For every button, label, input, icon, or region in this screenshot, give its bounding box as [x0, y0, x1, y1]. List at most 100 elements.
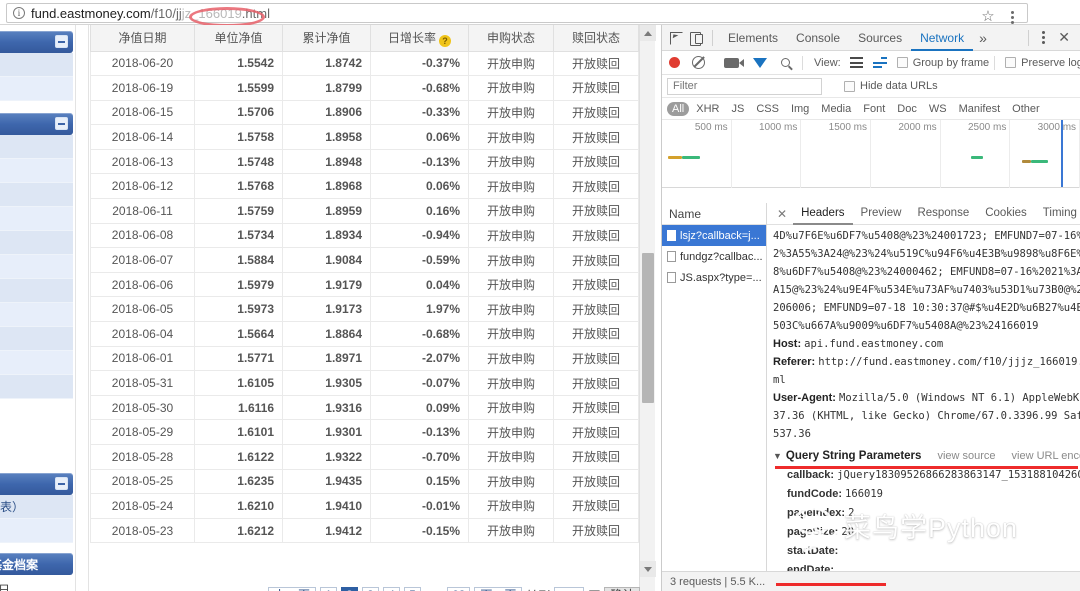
- page-button-last[interactable]: 63: [447, 586, 471, 591]
- hide-data-urls-checkbox[interactable]: [844, 80, 855, 92]
- prev-page-button[interactable]: 上一页: [268, 586, 317, 591]
- close-devtools-icon[interactable]: ✕: [1052, 29, 1076, 46]
- next-page-button[interactable]: 下一页: [474, 586, 523, 591]
- collapse-icon-1[interactable]: [55, 35, 68, 48]
- detail-tab-preview[interactable]: Preview: [853, 203, 910, 225]
- type-filter-js[interactable]: JS: [726, 102, 749, 116]
- table-row: 2018-06-14 1.5758 1.8958 0.06% 开放申购 开放赎回: [90, 124, 639, 150]
- type-filter-other[interactable]: Other: [1007, 102, 1045, 116]
- type-filter-doc[interactable]: Doc: [892, 102, 922, 116]
- detail-tab-headers[interactable]: Headers: [793, 203, 853, 225]
- page-button-3[interactable]: 3: [362, 586, 380, 591]
- scrollbar-thumb[interactable]: [642, 253, 654, 403]
- address-bar[interactable]: i fund.eastmoney.com/f10/jjjz_166019.htm…: [6, 3, 1028, 27]
- clear-icon[interactable]: [692, 56, 705, 69]
- page-button-5[interactable]: 5: [404, 586, 422, 591]
- scroll-down-arrow-icon[interactable]: [640, 561, 656, 577]
- detail-tab-response[interactable]: Response: [909, 203, 977, 225]
- sidebar-row[interactable]: [0, 279, 73, 303]
- sidebar-row[interactable]: [0, 303, 73, 327]
- search-icon[interactable]: [781, 58, 790, 67]
- url-host: fund.eastmoney.com: [31, 5, 151, 21]
- sidebar-group-header-3[interactable]: [0, 473, 73, 495]
- goto-page-input[interactable]: [554, 586, 585, 591]
- cell-cumulative-nav: 1.9435: [282, 468, 371, 495]
- tab-network[interactable]: Network: [911, 25, 974, 51]
- col-unit-nav[interactable]: 单位净值: [194, 25, 283, 52]
- sidebar-row[interactable]: [0, 255, 73, 279]
- preserve-log-checkbox[interactable]: [1005, 57, 1017, 68]
- collapse-icon-2[interactable]: [55, 117, 68, 130]
- scroll-up-arrow-icon[interactable]: [640, 25, 656, 41]
- page-button-1[interactable]: 1: [320, 586, 338, 591]
- device-toolbar-icon[interactable]: [686, 28, 706, 48]
- cell-unit-nav: 1.5768: [194, 173, 283, 200]
- question-mark-icon[interactable]: ?: [439, 34, 451, 47]
- sidebar-group-header-2[interactable]: [0, 113, 73, 135]
- tab-elements[interactable]: Elements: [719, 25, 787, 51]
- collapse-icon-3[interactable]: [55, 477, 68, 490]
- col-daily-growth[interactable]: 日增长率?: [370, 25, 469, 52]
- col-redemption-status[interactable]: 赎回状态: [553, 25, 639, 52]
- sidebar-row[interactable]: [0, 159, 73, 183]
- request-row-3[interactable]: JS.aspx?type=...: [662, 267, 766, 288]
- bookmark-star-icon[interactable]: ☆: [979, 8, 997, 26]
- sidebar-row[interactable]: [0, 183, 73, 207]
- type-filter-img[interactable]: Img: [786, 102, 814, 116]
- filter-input[interactable]: [667, 77, 822, 95]
- browser-menu-icon[interactable]: [1003, 7, 1021, 27]
- page-ellipsis: ...: [425, 587, 443, 591]
- type-filter-xhr[interactable]: XHR: [691, 102, 724, 116]
- tab-sources[interactable]: Sources: [849, 25, 911, 51]
- detail-tab-timing[interactable]: Timing: [1035, 203, 1080, 225]
- detail-tab-cookies[interactable]: Cookies: [977, 203, 1035, 225]
- view-source-link[interactable]: view source: [937, 450, 995, 462]
- view-url-encoded-link[interactable]: view URL encode: [1012, 450, 1080, 462]
- detail-close-icon[interactable]: ✕: [771, 207, 793, 221]
- list-view-icon[interactable]: [849, 57, 863, 68]
- sidebar-row[interactable]: [0, 351, 73, 375]
- col-cumulative-nav[interactable]: 累计净值: [282, 25, 371, 52]
- sidebar-row[interactable]: [0, 135, 73, 159]
- type-filter-all[interactable]: All: [667, 101, 690, 116]
- type-filter-manifest[interactable]: Manifest: [954, 102, 1006, 116]
- col-date[interactable]: 净值日期: [90, 25, 195, 52]
- group-by-frame-checkbox[interactable]: [896, 57, 908, 68]
- cell-subscription-status: 开放申购: [468, 468, 554, 495]
- request-row-2[interactable]: fundgz?callbac...: [662, 246, 766, 267]
- sidebar-row[interactable]: [0, 53, 73, 77]
- header-value: 37.36 (KHTML, like Gecko) Chrome/67.0.33…: [773, 410, 1080, 422]
- col-subscription-status[interactable]: 申购状态: [468, 25, 554, 52]
- page-button-4[interactable]: 4: [383, 586, 401, 591]
- sidebar-group-header-1[interactable]: [0, 31, 73, 53]
- confirm-button[interactable]: 确认: [604, 586, 641, 591]
- tab-console[interactable]: Console: [787, 25, 849, 51]
- cell-redemption-status: 开放赎回: [553, 370, 639, 396]
- more-tabs-icon[interactable]: »: [973, 30, 993, 46]
- inspect-element-icon[interactable]: [666, 28, 686, 48]
- type-filter-ws[interactable]: WS: [924, 102, 952, 116]
- waterfall-view-icon[interactable]: [872, 57, 887, 68]
- sidebar-row[interactable]: [0, 231, 73, 255]
- sidebar-item-fee[interactable]: 费率表）: [0, 495, 73, 519]
- query-string-section-header[interactable]: ▼ Query String Parameters view source view …: [773, 447, 1080, 466]
- camera-icon[interactable]: [724, 57, 744, 68]
- site-info-icon[interactable]: i: [13, 7, 25, 19]
- chevron-down-icon[interactable]: ▼: [773, 447, 782, 466]
- sidebar-item-convert[interactable]: 转换: [0, 519, 73, 543]
- sidebar-row[interactable]: [0, 327, 73, 351]
- funnel-icon[interactable]: [753, 57, 767, 68]
- sidebar-row[interactable]: [0, 77, 73, 101]
- type-filter-media[interactable]: Media: [816, 102, 856, 116]
- type-filter-css[interactable]: CSS: [751, 102, 784, 116]
- page-button-2-current[interactable]: 2: [341, 586, 359, 591]
- sidebar-highlight-button[interactable]: 个基金档案: [0, 553, 73, 575]
- sidebar-row[interactable]: [0, 375, 73, 399]
- table-vertical-scrollbar[interactable]: [639, 25, 656, 591]
- request-row-1[interactable]: lsjz?callback=j...: [662, 225, 766, 246]
- type-filter-font[interactable]: Font: [858, 102, 890, 116]
- devtools-menu-icon[interactable]: [1035, 31, 1052, 44]
- record-circle-icon[interactable]: [669, 57, 680, 68]
- sidebar-row[interactable]: [0, 207, 73, 231]
- cell-cumulative-nav: 1.9084: [282, 247, 371, 273]
